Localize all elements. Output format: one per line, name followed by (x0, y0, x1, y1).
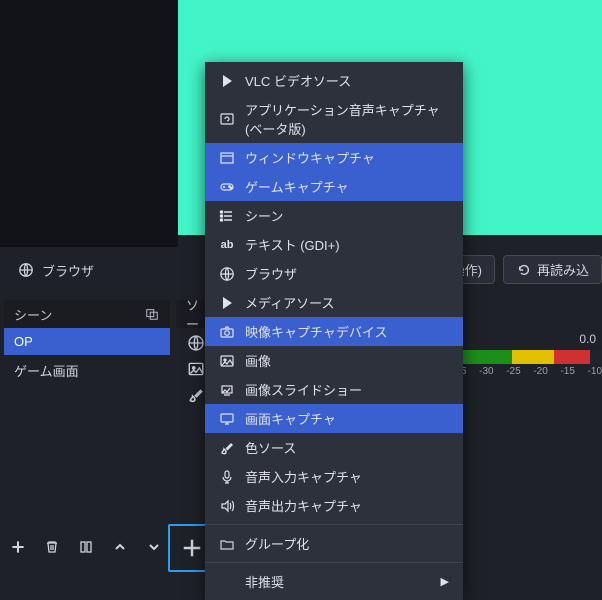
right-buttons: 操作) 再読み込 (439, 255, 602, 284)
globe-icon[interactable] (187, 334, 205, 352)
menu-item[interactable]: ブラウザ (205, 259, 463, 288)
menu-item-label: 音声出力キャプチャ (245, 496, 362, 515)
speaker-icon (219, 498, 235, 514)
scenes-bottom-toolbar (4, 530, 168, 564)
scene-item[interactable]: ゲーム画面 (4, 355, 170, 386)
menu-item-deprecated[interactable]: 非推奨 ▶ (205, 567, 463, 596)
scene-item-label: OP (14, 334, 33, 349)
audio-meter-ticks: -35 -30 -25 -20 -15 -10 (452, 364, 602, 377)
menu-item-label: ゲームキャプチャ (245, 177, 348, 196)
menu-item-label: 色ソース (245, 438, 296, 457)
menu-item-label: VLC ビデオソース (245, 71, 351, 90)
tick: -25 (506, 366, 520, 377)
scene-filter-button[interactable] (72, 533, 100, 561)
reload-button[interactable]: 再読み込 (503, 255, 602, 284)
menu-item[interactable]: 音声入力キャプチャ (205, 462, 463, 491)
preview-left-dark (0, 0, 178, 247)
scene-item-label: ゲーム画面 (14, 364, 79, 379)
selected-source-label: ブラウザ (42, 261, 94, 280)
blank-icon (219, 574, 235, 590)
slideshow-icon (219, 382, 235, 398)
text-icon: ab (219, 237, 235, 253)
mic-icon (219, 469, 235, 485)
menu-item-label: ブラウザ (245, 264, 297, 283)
menu-item-label: シーン (245, 206, 283, 225)
menu-item-label: 画面キャプチャ (245, 409, 336, 428)
menu-item-label: 映像キャプチャデバイス (245, 322, 387, 341)
add-scene-button[interactable] (4, 533, 32, 561)
scene-item[interactable]: OP (4, 328, 170, 355)
menu-separator (205, 562, 463, 563)
reload-icon (516, 262, 532, 278)
menu-separator (205, 524, 463, 525)
menu-item-label: テキスト (GDI+) (245, 235, 340, 254)
menu-item[interactable]: 音声出力キャプチャ (205, 491, 463, 520)
scene-up-button[interactable] (106, 533, 134, 561)
window-icon (219, 150, 235, 166)
brush-icon[interactable] (187, 386, 205, 404)
play-icon (219, 73, 235, 89)
menu-item[interactable]: メディアソース (205, 288, 463, 317)
audio-level-value: 0.0 (452, 328, 602, 350)
menu-item-label: ウィンドウキャプチャ (245, 148, 375, 167)
tick: -30 (479, 366, 493, 377)
chevron-right-icon: ▶ (441, 575, 449, 588)
audio-meter-bar (452, 350, 602, 364)
audio-mixer: 0.0 -35 -30 -25 -20 -15 -10 (452, 328, 602, 377)
menu-item[interactable]: ゲームキャプチャ (205, 172, 463, 201)
image-icon[interactable] (187, 360, 205, 378)
reload-button-label: 再読み込 (537, 260, 589, 279)
scenes-list: OP ゲーム画面 (4, 328, 170, 528)
menu-item-label: メディアソース (245, 293, 334, 312)
menu-item-label: 画像スライドショー (245, 380, 362, 399)
menu-item[interactable]: 色ソース (205, 433, 463, 462)
menu-item-label: グループ化 (245, 534, 309, 553)
menu-item[interactable]: シーン (205, 201, 463, 230)
scenes-panel-header[interactable]: シーン (4, 300, 170, 328)
menu-item[interactable]: ウィンドウキャプチャ (205, 143, 463, 172)
menu-item[interactable]: VLC ビデオソース (205, 66, 463, 95)
folder-icon (219, 536, 235, 552)
menu-item[interactable]: 画像スライドショー (205, 375, 463, 404)
menu-item-group[interactable]: グループ化 (205, 529, 463, 558)
scene-down-button[interactable] (140, 533, 168, 561)
globe-icon (219, 266, 235, 282)
image-icon (219, 353, 235, 369)
play-icon (219, 295, 235, 311)
tick: -20 (533, 366, 547, 377)
menu-item-label: 非推奨 (245, 572, 284, 591)
menu-item[interactable]: 画像 (205, 346, 463, 375)
menu-item-label: 画像 (245, 351, 271, 370)
globe-icon (18, 262, 34, 278)
tick: -15 (560, 366, 574, 377)
gamepad-icon (219, 179, 235, 195)
tick: -10 (588, 366, 602, 377)
app-audio-icon (219, 111, 235, 127)
monitor-icon (219, 411, 235, 427)
scenes-panel-title: シーン (14, 305, 52, 324)
brush-icon (219, 440, 235, 456)
menu-item[interactable]: ab テキスト (GDI+) (205, 230, 463, 259)
dock-icon[interactable] (144, 306, 160, 322)
menu-item[interactable]: 映像キャプチャデバイス (205, 317, 463, 346)
delete-scene-button[interactable] (38, 533, 66, 561)
menu-item-label: 音声入力キャプチャ (245, 467, 362, 486)
menu-item-label: アプリケーション音声キャプチャ (ベータ版) (245, 100, 449, 138)
add-source-context-menu: VLC ビデオソースアプリケーション音声キャプチャ (ベータ版) ウィンドウキャプ… (205, 62, 463, 600)
menu-item[interactable]: 画面キャプチャ (205, 404, 463, 433)
camera-icon (219, 324, 235, 340)
menu-item[interactable]: アプリケーション音声キャプチャ (ベータ版) (205, 95, 463, 143)
list-icon (219, 208, 235, 224)
selected-source-indicator: ブラウザ (10, 257, 102, 284)
